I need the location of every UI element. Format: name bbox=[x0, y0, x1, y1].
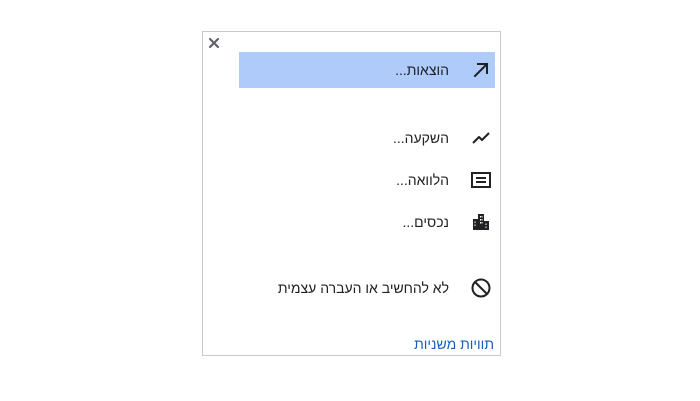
menu-item-label: הוצאות... bbox=[395, 62, 449, 78]
secondary-labels-link[interactable]: תוויות משניות bbox=[414, 336, 494, 352]
close-icon bbox=[208, 37, 220, 49]
trending-line-icon bbox=[469, 126, 493, 150]
stage: הוצאות... השקעה... הלוואה... נכסים... לא… bbox=[0, 0, 700, 401]
menu-item-investment[interactable]: השקעה... bbox=[239, 120, 495, 156]
card-list-icon bbox=[469, 168, 493, 192]
close-button[interactable] bbox=[207, 36, 221, 50]
buildings-icon bbox=[469, 210, 493, 234]
menu-item-label: השקעה... bbox=[392, 130, 449, 146]
menu-item-assets[interactable]: נכסים... bbox=[239, 204, 495, 240]
arrow-up-right-icon bbox=[469, 58, 493, 82]
menu-item-expenses[interactable]: הוצאות... bbox=[239, 52, 495, 88]
menu-item-label: נכסים... bbox=[402, 214, 450, 230]
menu-item-loan[interactable]: הלוואה... bbox=[239, 162, 495, 198]
block-icon bbox=[469, 276, 493, 300]
menu-item-ignore-or-self-transfer[interactable]: לא להחשיב או העברה עצמית bbox=[239, 270, 495, 306]
menu-item-label: הלוואה... bbox=[396, 172, 449, 188]
category-popup: הוצאות... השקעה... הלוואה... נכסים... לא… bbox=[202, 31, 501, 356]
menu-item-label: לא להחשיב או העברה עצמית bbox=[277, 280, 449, 296]
